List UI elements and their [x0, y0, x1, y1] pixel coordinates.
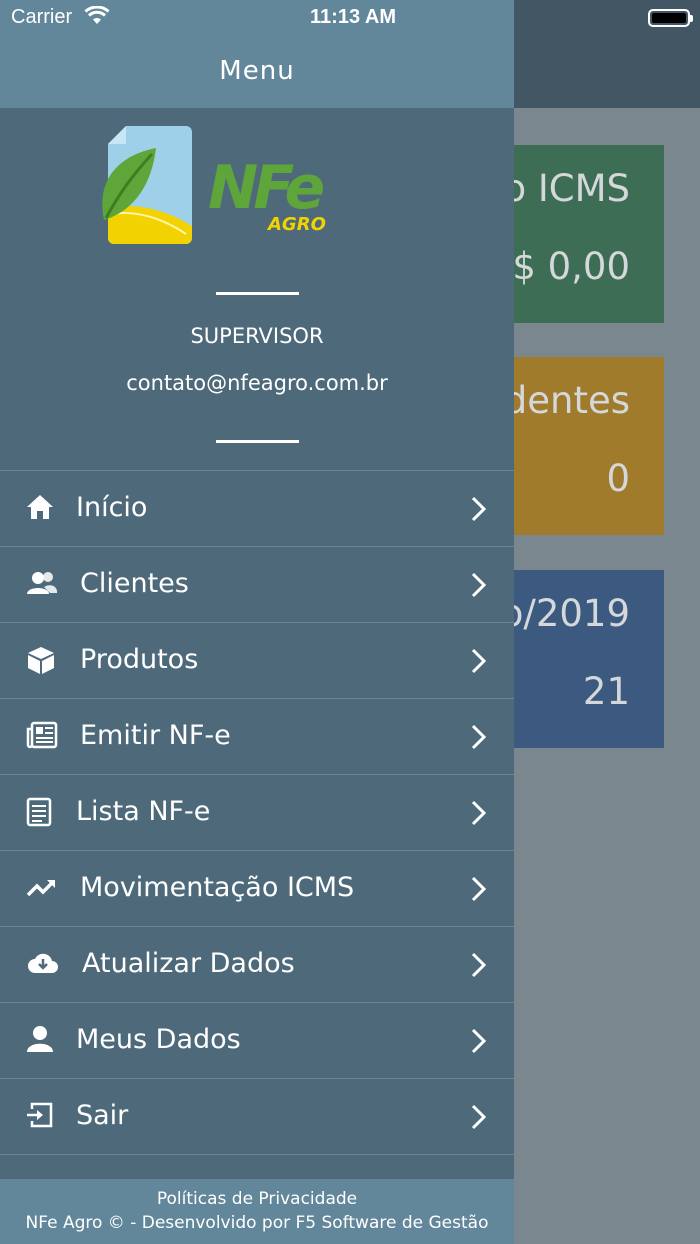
divider — [216, 292, 299, 295]
card-value: 0 — [606, 457, 630, 500]
menu-item-label: Início — [76, 492, 148, 523]
chevron-right-icon — [468, 951, 490, 979]
user-email: contato@nfeagro.com.br — [126, 371, 388, 395]
drawer-footer: Políticas de Privacidade NFe Agro © - De… — [0, 1179, 514, 1244]
menu-item-sair[interactable]: Sair — [0, 1079, 514, 1155]
menu-item-label: Clientes — [80, 568, 189, 599]
menu-item-emitir-nfe[interactable]: Emitir NF-e — [0, 699, 514, 775]
menu-item-label: Movimentação ICMS — [80, 872, 355, 903]
chevron-right-icon — [468, 647, 490, 675]
sign-out-icon — [26, 1101, 58, 1133]
nfe-agro-logo: NFe AGRO — [96, 122, 336, 248]
privacy-policy-link[interactable]: Políticas de Privacidade — [0, 1189, 514, 1209]
svg-text:NFe: NFe — [208, 153, 324, 223]
chevron-right-icon — [468, 571, 490, 599]
menu-item-clientes[interactable]: Clientes — [0, 547, 514, 623]
newspaper-icon — [26, 721, 58, 753]
menu-title: Menu — [219, 56, 295, 86]
user-icon — [26, 1025, 58, 1057]
chevron-right-icon — [468, 495, 490, 523]
footer-credits: NFe Agro © - Desenvolvido por F5 Softwar… — [25, 1213, 489, 1233]
trending-up-icon — [26, 873, 58, 905]
menu-item-atualizar-dados[interactable]: Atualizar Dados — [0, 927, 514, 1003]
cube-icon — [26, 645, 58, 677]
menu-item-label: Produtos — [80, 644, 199, 675]
chevron-right-icon — [468, 799, 490, 827]
side-drawer: Menu NFe AGRO SUPERVISOR contato@nfeagro… — [0, 0, 514, 1244]
chevron-right-icon — [468, 1103, 490, 1131]
card-title: dentes — [503, 379, 630, 422]
card-value: 21 — [582, 670, 630, 713]
document-list-icon — [26, 797, 58, 829]
menu-list: Início Clientes Produtos Emitir NF-e Lis… — [0, 470, 514, 1155]
chevron-right-icon — [468, 1027, 490, 1055]
card-title: o/2019 — [500, 592, 630, 635]
card-title: o ICMS — [503, 167, 630, 210]
menu-item-meus-dados[interactable]: Meus Dados — [0, 1003, 514, 1079]
status-time: 11:13 AM — [310, 6, 396, 28]
menu-item-lista-nfe[interactable]: Lista NF-e — [0, 775, 514, 851]
menu-item-label: Emitir NF-e — [80, 720, 231, 751]
divider — [216, 440, 299, 443]
user-role: SUPERVISOR — [190, 324, 324, 348]
menu-item-produtos[interactable]: Produtos — [0, 623, 514, 699]
users-icon — [26, 569, 58, 601]
menu-item-label: Atualizar Dados — [82, 948, 295, 979]
home-icon — [26, 493, 58, 525]
menu-item-label: Lista NF-e — [76, 796, 211, 827]
card-value: $ 0,00 — [512, 245, 630, 288]
svg-text:AGRO: AGRO — [266, 214, 326, 235]
cloud-download-icon — [26, 949, 58, 981]
menu-item-inicio[interactable]: Início — [0, 471, 514, 547]
menu-item-movimentacao-icms[interactable]: Movimentação ICMS — [0, 851, 514, 927]
battery-icon — [648, 9, 693, 27]
menu-item-label: Sair — [76, 1100, 129, 1131]
status-bar: Carrier 11:13 AM — [0, 0, 700, 36]
chevron-right-icon — [468, 875, 490, 903]
menu-item-label: Meus Dados — [76, 1024, 241, 1055]
chevron-right-icon — [468, 723, 490, 751]
